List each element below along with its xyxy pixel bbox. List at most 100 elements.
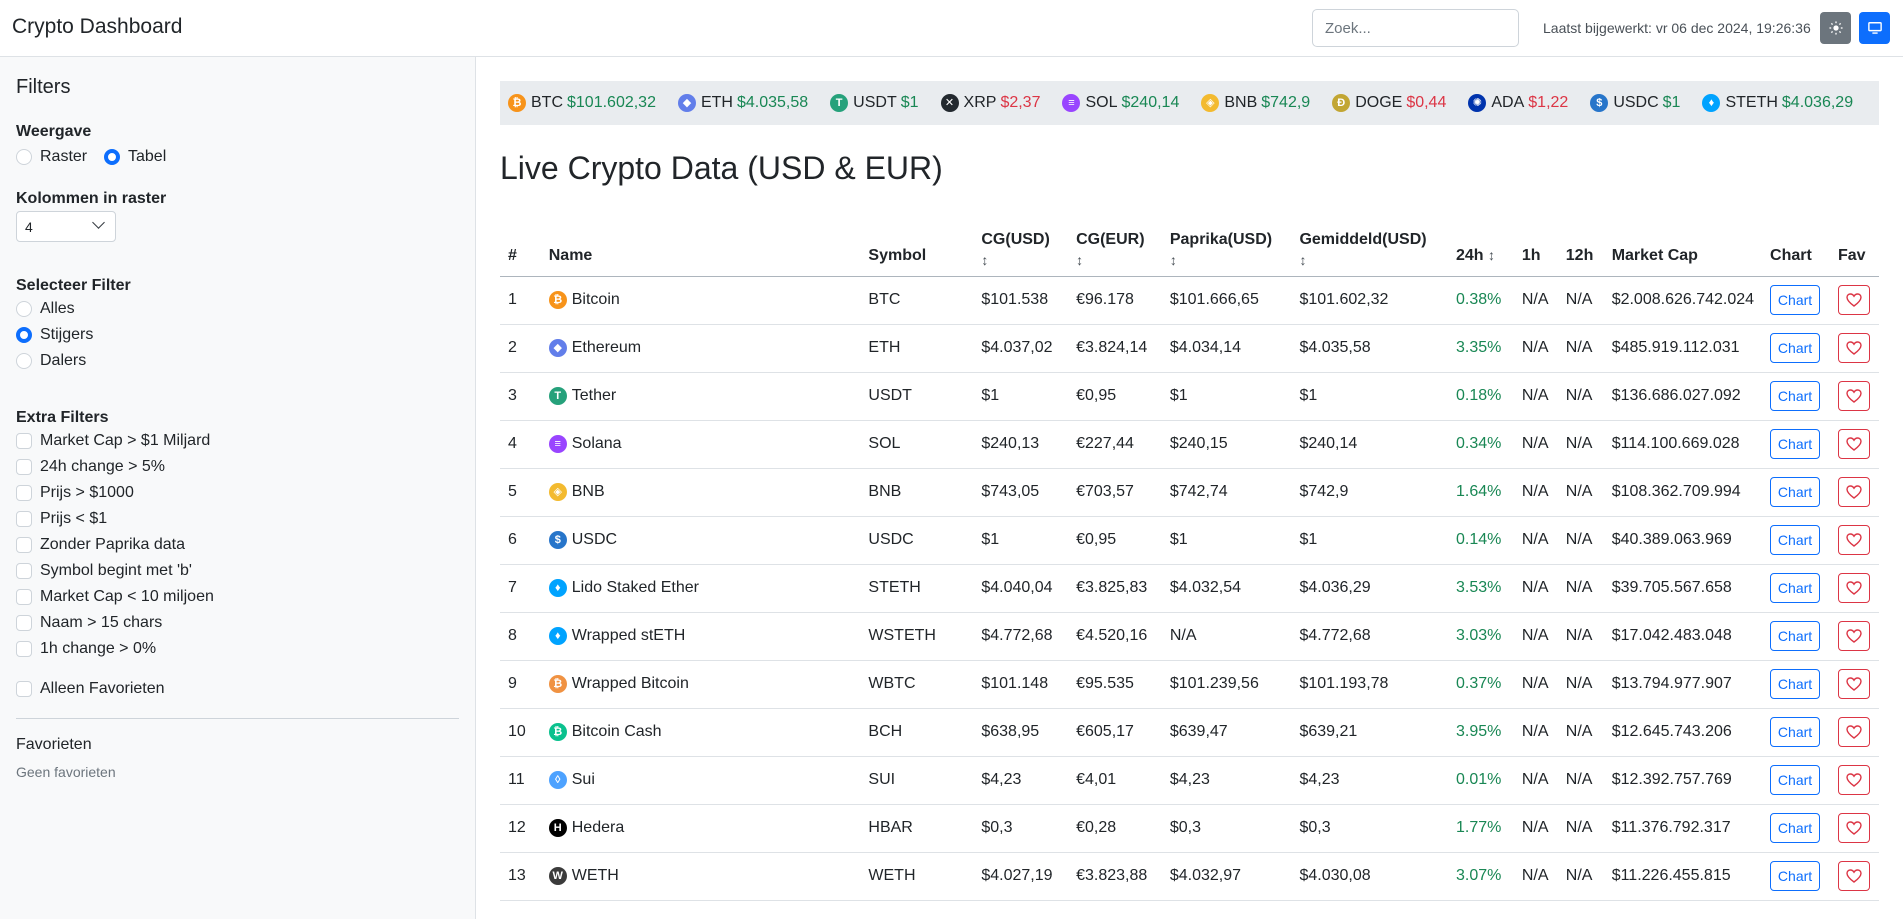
favorite-button[interactable] [1837, 813, 1870, 843]
heart-icon [1846, 389, 1862, 403]
extra-filter-option[interactable]: Prijs > $1000 [16, 484, 134, 502]
chart-button[interactable]: Chart [1770, 717, 1821, 747]
chart-button[interactable]: Chart [1770, 861, 1821, 891]
cell-rank: 4 [500, 420, 541, 469]
table-row: 13 W WETH WETH $4.027,19 €3.823,88 $4.032,97 $4… [500, 852, 1879, 901]
chart-button[interactable]: Chart [1770, 669, 1821, 699]
cell-rank: 9 [500, 660, 541, 709]
cell-symbol: BCH [860, 708, 974, 757]
extra-filter-option[interactable]: Market Cap > $1 Miljard [16, 432, 210, 450]
heart-icon [1846, 677, 1862, 691]
cell-chart: Chart [1762, 660, 1830, 709]
checkbox[interactable] [16, 589, 32, 605]
checkbox[interactable] [16, 537, 32, 553]
filter-option-dalers[interactable]: Dalers [16, 352, 86, 370]
chart-button[interactable]: Chart [1770, 573, 1821, 603]
col-cg-eur[interactable]: CG(EUR) ↕ [1068, 213, 1162, 277]
columns-select[interactable]: 4 [16, 211, 116, 242]
checkbox[interactable] [16, 485, 32, 501]
filter-option-stijgers[interactable]: Stijgers [16, 326, 93, 344]
chart-button[interactable]: Chart [1770, 333, 1821, 363]
favorite-button[interactable] [1837, 525, 1870, 555]
sort-icon[interactable]: ↕ [1488, 247, 1495, 263]
extra-filter-option[interactable]: Naam > 15 chars [16, 614, 162, 632]
cell-24h: 3.03% [1447, 612, 1514, 661]
chart-button[interactable]: Chart [1770, 525, 1821, 555]
cell-1h: N/A [1513, 708, 1558, 757]
extra-filter-option[interactable]: Zonder Paprika data [16, 536, 185, 554]
sort-icon[interactable]: ↕ [981, 252, 1060, 268]
chart-button[interactable]: Chart [1770, 381, 1821, 411]
radio-raster[interactable] [16, 149, 32, 165]
radio-alles[interactable] [16, 301, 32, 317]
checkbox[interactable] [16, 641, 32, 657]
col-market-cap: Market Cap [1603, 213, 1763, 277]
col-avg[interactable]: Gemiddeld(USD) ↕ [1291, 213, 1448, 277]
cell-symbol: SOL [860, 420, 974, 469]
radio-tabel[interactable] [104, 149, 120, 165]
sort-icon[interactable]: ↕ [1170, 252, 1284, 268]
sort-icon[interactable]: ↕ [1076, 252, 1154, 268]
chart-button[interactable]: Chart [1770, 621, 1821, 651]
col-paprika[interactable]: Paprika(USD) ↕ [1161, 213, 1292, 277]
extra-filter-option[interactable]: Market Cap < 10 miljoen [16, 588, 214, 606]
cell-chart: Chart [1762, 516, 1830, 565]
sort-icon[interactable]: ↕ [1299, 252, 1440, 268]
favorite-button[interactable] [1837, 717, 1870, 747]
heart-icon [1846, 869, 1862, 883]
favorite-button[interactable] [1837, 477, 1870, 507]
favorite-button[interactable] [1837, 765, 1870, 795]
radio-dalers[interactable] [16, 353, 32, 369]
extra-filter-option[interactable]: 1h change > 0% [16, 640, 156, 658]
system-theme-button[interactable] [1859, 12, 1890, 44]
light-theme-button[interactable] [1820, 12, 1851, 44]
checkbox[interactable] [16, 511, 32, 527]
favorite-button[interactable] [1837, 381, 1870, 411]
cell-avg: $1 [1291, 516, 1448, 565]
cell-cg-eur: €0,28 [1068, 804, 1162, 853]
chart-button[interactable]: Chart [1770, 429, 1821, 459]
cell-market-cap: $12.645.743.206 [1603, 708, 1763, 757]
cell-rank: 7 [500, 564, 541, 613]
favorite-button[interactable] [1837, 669, 1870, 699]
view-option-tabel[interactable]: Tabel [104, 148, 166, 166]
cell-name: ◆ Ethereum [540, 324, 861, 373]
favorite-button[interactable] [1837, 285, 1870, 315]
chart-button[interactable]: Chart [1770, 477, 1821, 507]
checkbox[interactable] [16, 615, 32, 631]
cell-cg-usd: $101.148 [973, 660, 1069, 709]
col-1h: 1h [1513, 213, 1558, 277]
cell-avg: $4,23 [1291, 756, 1448, 805]
favorites-only-option[interactable]: Alleen Favorieten [16, 680, 165, 698]
table-row: 4 ≡ Solana SOL $240,13 €227,44 $240,15 $240,14 0… [500, 420, 1879, 469]
col-cg-usd[interactable]: CG(USD) ↕ [973, 213, 1069, 277]
favorite-button[interactable] [1837, 621, 1870, 651]
ticker-price: $101.602,32 [567, 94, 656, 111]
favorite-button[interactable] [1837, 861, 1870, 891]
extra-filter-option[interactable]: 24h change > 5% [16, 458, 165, 476]
favorite-button[interactable] [1837, 429, 1870, 459]
checkbox[interactable] [16, 433, 32, 449]
checkbox[interactable] [16, 459, 32, 475]
checkbox[interactable] [16, 563, 32, 579]
search-input[interactable] [1312, 9, 1519, 47]
cell-cg-eur: €3.824,14 [1068, 324, 1162, 373]
extra-filter-option[interactable]: Symbol begint met 'b' [16, 562, 192, 580]
favorite-button[interactable] [1837, 573, 1870, 603]
favorite-button[interactable] [1837, 333, 1870, 363]
filter-option-alles[interactable]: Alles [16, 300, 75, 318]
radio-stijgers[interactable] [16, 327, 32, 343]
chart-button[interactable]: Chart [1770, 813, 1821, 843]
cell-symbol: USDT [860, 372, 974, 421]
chart-button[interactable]: Chart [1770, 765, 1821, 795]
app-brand[interactable]: Crypto Dashboard [12, 15, 182, 39]
view-option-raster[interactable]: Raster [16, 148, 87, 166]
cell-cg-eur: €703,57 [1068, 468, 1162, 517]
checkbox[interactable] [16, 681, 32, 697]
table-row: 7 ♦ Lido Staked Ether STETH $4.040,04 €3.825,… [500, 564, 1879, 613]
cell-12h: N/A [1557, 564, 1604, 613]
chart-button[interactable]: Chart [1770, 285, 1821, 315]
col-24h[interactable]: 24h ↕ [1447, 213, 1514, 277]
extra-filter-option[interactable]: Prijs < $1 [16, 510, 107, 528]
ticker-price: $1 [900, 94, 919, 111]
